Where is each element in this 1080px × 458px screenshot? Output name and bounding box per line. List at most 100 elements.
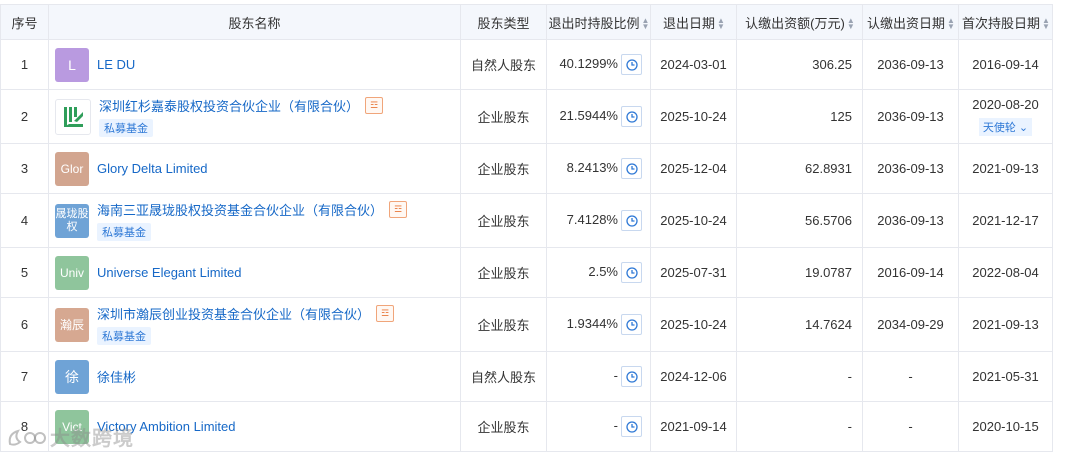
exit-date-cell: 2025-10-24 [650, 193, 737, 248]
type-cell: 企业股东 [460, 143, 547, 194]
table-row: 7 徐徐佳彬 自然人股东 -2024-12-06- -2021-05-31 [0, 351, 1053, 402]
capital-cell: 56.5706 [736, 193, 863, 248]
name-cell: 徐徐佳彬 [48, 351, 461, 402]
first-date-cell: 2021-12-17 [958, 193, 1053, 248]
header-seq: 序号 [0, 4, 49, 40]
history-clock-icon[interactable] [621, 416, 642, 437]
header-capital[interactable]: 认缴出资额(万元) ▲ ▼ [736, 4, 863, 40]
first-hold-date: 2021-12-17 [972, 213, 1039, 228]
exit-date-cell: 2025-10-24 [650, 297, 737, 352]
sort-icon[interactable]: ▲ ▼ [717, 17, 725, 31]
shareholder-avatar[interactable]: Univ [55, 255, 89, 290]
name-cell: 瀚辰 深圳市瀚辰创业投资基金合伙企业（有限合伙） ☲ 私募基金 [48, 297, 461, 352]
shareholder-name-link[interactable]: Glory Delta Limited [97, 161, 208, 176]
name-cell: Univ Universe Elegant Limited [48, 247, 461, 298]
capital-date-cell: 2016-09-14 [862, 247, 959, 298]
shareholder-avatar[interactable]: L [55, 47, 89, 82]
org-chart-icon[interactable]: ☲ [389, 201, 408, 218]
header-exit-date[interactable]: 退出日期 ▲ ▼ [650, 4, 737, 40]
header-ratio[interactable]: 退出时持股比例 ▲ ▼ [546, 4, 651, 40]
first-hold-date: 2021-09-13 [972, 317, 1039, 332]
shareholder-avatar[interactable]: 瀚辰 [55, 307, 89, 342]
first-date-cell: 2020-10-15 [958, 401, 1053, 452]
capital-cell: - [736, 401, 863, 452]
right-gutter [1054, 0, 1080, 458]
ratio-cell: 40.1299% [546, 39, 651, 90]
watermark: 大数跨境 [6, 422, 134, 451]
funding-round-tag[interactable]: 天使轮 ⌄ [978, 118, 1033, 136]
capital-cell: 19.0787 [736, 247, 863, 298]
header-first-date[interactable]: 首次持股日期 ▲ ▼ [958, 4, 1053, 40]
ratio-value: 8.2413% [566, 159, 618, 175]
header-first-date-label: 首次持股日期 [961, 15, 1040, 31]
header-ratio-label: 退出时持股比例 [548, 15, 640, 31]
exit-date-cell: 2025-10-24 [650, 89, 737, 144]
history-clock-icon[interactable] [621, 54, 642, 75]
history-clock-icon[interactable] [621, 210, 642, 231]
first-hold-date: 2016-09-14 [972, 57, 1039, 72]
ratio-cell: 7.4128% [546, 193, 651, 248]
shareholder-name-link[interactable]: 深圳市瀚辰创业投资基金合伙企业（有限合伙） [97, 304, 370, 323]
ratio-value: 7.4128% [566, 211, 618, 227]
first-date-cell: 2021-09-13 [958, 143, 1053, 194]
capital-date-cell: 2034-09-29 [862, 297, 959, 352]
private-fund-tag: 私募基金 [97, 223, 151, 241]
ratio-cell: - [546, 351, 651, 402]
first-hold-date: 2021-05-31 [972, 369, 1039, 384]
history-clock-icon[interactable] [621, 314, 642, 335]
shareholder-name-link[interactable]: 徐佳彬 [97, 367, 136, 386]
type-cell: 自然人股东 [460, 39, 547, 90]
table-header-row: 序号 股东名称 股东类型 退出时持股比例 ▲ ▼ 退出日期 ▲ ▼ 认缴出资额(万元) ▲… [0, 4, 1053, 40]
shareholder-name-link[interactable]: LE DU [97, 57, 135, 72]
capital-date-cell: - [862, 351, 959, 402]
exit-date-cell: 2025-12-04 [650, 143, 737, 194]
org-chart-icon[interactable]: ☲ [376, 305, 395, 322]
table-row: 1 L LE DU 自然人股东 40.1299% 2024-03-01 306.25 2036… [0, 39, 1053, 90]
first-hold-date: 2020-10-15 [972, 419, 1039, 434]
sort-icon[interactable]: ▲ ▼ [847, 17, 855, 31]
capital-date-cell: 2036-09-13 [862, 143, 959, 194]
type-cell: 企业股东 [460, 401, 547, 452]
sort-icon[interactable]: ▲ ▼ [947, 17, 955, 31]
history-clock-icon[interactable] [621, 262, 642, 283]
seq-cell: 7 [0, 351, 49, 402]
org-chart-icon[interactable]: ☲ [365, 97, 384, 114]
shareholder-avatar[interactable]: 晟珑股权 [55, 203, 89, 238]
seq-cell: 5 [0, 247, 49, 298]
capital-cell: 14.7624 [736, 297, 863, 352]
shareholder-avatar[interactable]: 徐 [55, 359, 89, 394]
table-row: 3 Glor Glory Delta Limited 企业股东 8.2413% 2025-… [0, 143, 1053, 194]
sequoia-logo-icon[interactable] [55, 98, 91, 135]
history-clock-icon[interactable] [621, 158, 642, 179]
history-clock-icon[interactable] [621, 366, 642, 387]
header-capital-date[interactable]: 认缴出资日期 ▲ ▼ [862, 4, 959, 40]
shareholder-avatar[interactable]: Glor [55, 151, 89, 186]
table-row: 8 Vict Victory Ambition Limited 企业股东 -2021-0… [0, 401, 1053, 452]
table-row: 5 Univ Universe Elegant Limited 企业股东 2.5% 202… [0, 247, 1053, 298]
seq-cell: 3 [0, 143, 49, 194]
header-exit-date-label: 退出日期 [662, 15, 715, 31]
shareholder-name-link[interactable]: 深圳红杉嘉泰股权投资合伙企业（有限合伙） [99, 96, 359, 115]
name-cell: Glor Glory Delta Limited [48, 143, 461, 194]
shareholder-name-link[interactable]: 海南三亚晟珑股权投资基金合伙企业（有限合伙） [97, 200, 383, 219]
first-hold-date: 2021-09-13 [972, 161, 1039, 176]
first-hold-date: 2022-08-04 [972, 265, 1039, 280]
shareholder-name-link[interactable]: Universe Elegant Limited [97, 265, 242, 280]
ratio-value: 21.5944% [559, 107, 618, 123]
ratio-cell: 2.5% [546, 247, 651, 298]
ratio-value: - [613, 367, 618, 383]
capital-cell: 125 [736, 89, 863, 144]
exit-date-cell: 2024-03-01 [650, 39, 737, 90]
type-cell: 自然人股东 [460, 351, 547, 402]
ratio-value: - [613, 417, 618, 433]
sort-icon[interactable]: ▲ ▼ [1042, 17, 1050, 31]
seq-cell: 6 [0, 297, 49, 352]
ratio-cell: 8.2413% [546, 143, 651, 194]
name-cell: 晟珑股权 海南三亚晟珑股权投资基金合伙企业（有限合伙） ☲ 私募基金 [48, 193, 461, 248]
history-clock-icon[interactable] [621, 106, 642, 127]
sort-icon[interactable]: ▲ ▼ [642, 17, 650, 31]
capital-cell: 306.25 [736, 39, 863, 90]
watermark-logo-icon [8, 428, 46, 446]
ratio-cell: 1.9344% [546, 297, 651, 352]
first-hold-date: 2020-08-20 [972, 97, 1039, 112]
